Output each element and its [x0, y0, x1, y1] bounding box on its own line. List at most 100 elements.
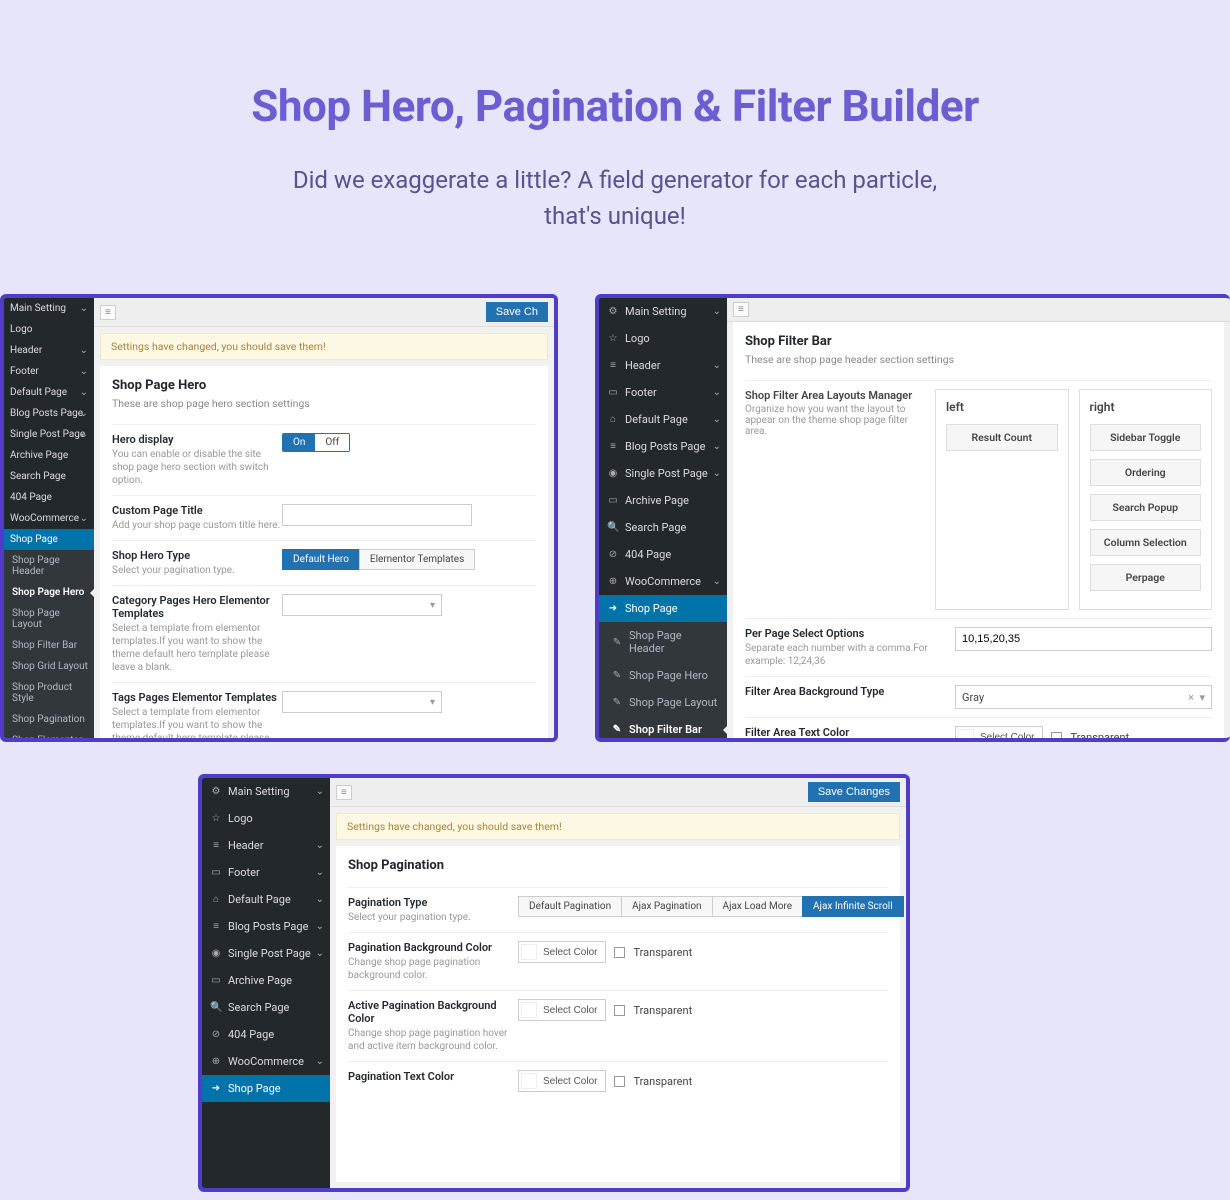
sidebar-item[interactable]: Main Setting⌄	[4, 298, 94, 319]
notice-banner: Settings have changed, you should save t…	[336, 813, 900, 840]
option-button[interactable]: Ajax Infinite Scroll	[802, 896, 904, 917]
color-picker: Select Color Transparent	[518, 941, 692, 963]
color-picker: Select Color Transparent	[518, 999, 692, 1021]
sidebar-item[interactable]: ⚙Main Setting⌄	[599, 298, 727, 325]
transparent-checkbox[interactable]	[614, 947, 625, 958]
option-button[interactable]: Default Pagination	[518, 896, 622, 917]
sidebar-item[interactable]: ▭Footer⌄	[202, 859, 330, 886]
sidebar-item[interactable]: Default Page⌄	[4, 382, 94, 403]
menu-icon: ✎	[611, 724, 623, 735]
sidebar-item[interactable]: ⊘404 Page	[599, 541, 727, 568]
save-button[interactable]: Save Changes	[808, 782, 900, 802]
sidebar-sub-item[interactable]: Shop Page Layout	[4, 603, 94, 635]
sidebar-item[interactable]: ⌂Default Page⌄	[202, 886, 330, 913]
color-swatch[interactable]	[958, 729, 974, 738]
transparent-checkbox[interactable]	[1051, 732, 1062, 739]
field-label: Active Pagination Background Color	[348, 999, 518, 1025]
menu-icon: ▭	[607, 387, 619, 398]
sidebar-item[interactable]: Archive Page	[4, 445, 94, 466]
layout-chip[interactable]: Search Popup	[1090, 494, 1202, 521]
perpage-input[interactable]	[955, 627, 1212, 651]
option-button[interactable]: Ajax Pagination	[621, 896, 712, 917]
select-color-button[interactable]: Select Color	[537, 945, 603, 960]
option-button[interactable]: Elementor Templates	[359, 549, 475, 570]
sidebar-item[interactable]: WooCommerce⌄	[4, 508, 94, 529]
sidebar-sub-item[interactable]: Shop Grid Layout	[4, 656, 94, 677]
sidebar-item[interactable]: 404 Page	[4, 487, 94, 508]
option-button[interactable]: Default Hero	[282, 549, 360, 570]
sidebar-item[interactable]: Blog Posts Page⌄	[4, 403, 94, 424]
sidebar-item[interactable]: ⊘404 Page	[202, 1021, 330, 1048]
sidebar-sub-item[interactable]: ✎Shop Page Header	[599, 622, 727, 662]
shop-hero-panel: Main Setting⌄LogoHeader⌄Footer⌄Default P…	[0, 294, 558, 742]
menu-icon: ➜	[607, 603, 619, 614]
layout-chip[interactable]: Sidebar Toggle	[1090, 424, 1202, 451]
sidebar-item[interactable]: ≡Blog Posts Page⌄	[202, 913, 330, 940]
sidebar-item[interactable]: Single Post Page⌄	[4, 424, 94, 445]
layout-chip[interactable]: Perpage	[1090, 564, 1202, 591]
hamburger-icon[interactable]: ≡	[100, 305, 116, 320]
sidebar-item[interactable]: ☆Logo	[599, 325, 727, 352]
sidebar-item[interactable]: ≡Header⌄	[202, 832, 330, 859]
sidebar-sub-item[interactable]: Shop Page	[4, 529, 94, 550]
transparent-checkbox[interactable]	[614, 1076, 625, 1087]
sidebar-item[interactable]: ➜Shop Page	[202, 1075, 330, 1102]
select-color-button[interactable]: Select Color	[537, 1003, 603, 1018]
color-swatch[interactable]	[521, 1002, 537, 1018]
sidebar-item[interactable]: Footer⌄	[4, 361, 94, 382]
sidebar-item[interactable]: Header⌄	[4, 340, 94, 361]
field-label: Shop Filter Area Layouts Manager	[745, 389, 923, 402]
select-color-button[interactable]: Select Color	[537, 1074, 603, 1089]
sidebar-item[interactable]: 🔍Search Page	[202, 994, 330, 1021]
sidebar-item[interactable]: ◉Single Post Page⌄	[202, 940, 330, 967]
bg-type-select[interactable]: Gray× ▾	[955, 685, 1212, 709]
sidebar-item[interactable]: ◉Single Post Page⌄	[599, 460, 727, 487]
option-button[interactable]: Ajax Load More	[712, 896, 803, 917]
sidebar-item[interactable]: ⊕WooCommerce⌄	[599, 568, 727, 595]
chevron-down-icon: ⌄	[316, 867, 324, 878]
layout-chip[interactable]: Ordering	[1090, 459, 1202, 486]
sidebar-sub-item[interactable]: ✎Shop Page Layout	[599, 689, 727, 716]
layout-chip[interactable]: Result Count	[946, 424, 1058, 451]
sidebar-sub-item[interactable]: ✎Shop Page Hero	[599, 662, 727, 689]
menu-icon: ⊕	[607, 576, 619, 587]
sidebar-sub-item[interactable]: Shop Pagination	[4, 709, 94, 730]
custom-title-input[interactable]	[282, 504, 472, 526]
sidebar-item[interactable]: ⊕WooCommerce⌄	[202, 1048, 330, 1075]
sidebar-sub-item[interactable]: Shop Product Style	[4, 677, 94, 709]
sidebar-item[interactable]: ⚙Main Setting⌄	[202, 778, 330, 805]
toggle-switch[interactable]: OnOff	[282, 433, 350, 452]
transparent-checkbox[interactable]	[614, 1005, 625, 1016]
sidebar-item[interactable]: ≡Header⌄	[599, 352, 727, 379]
template-select[interactable]: ▾	[282, 691, 442, 713]
sidebar-item[interactable]: ▭Footer⌄	[599, 379, 727, 406]
sidebar-sub-item[interactable]: ➜Shop Page	[599, 595, 727, 622]
sidebar-item[interactable]: Logo	[4, 319, 94, 340]
color-swatch[interactable]	[521, 1073, 537, 1089]
menu-icon: ▭	[210, 975, 222, 986]
sidebar-item[interactable]: ▭Archive Page	[599, 487, 727, 514]
hamburger-icon[interactable]: ≡	[336, 785, 352, 800]
sidebar-sub-item[interactable]: Shop Page Hero	[4, 582, 94, 603]
sidebar-sub-item[interactable]: Shop Page Header	[4, 550, 94, 582]
select-color-button[interactable]: Select Color	[974, 730, 1040, 739]
sidebar-item[interactable]: ▭Archive Page	[202, 967, 330, 994]
sidebar-item[interactable]: ⌂Default Page⌄	[599, 406, 727, 433]
section-heading: Shop Pagination	[348, 858, 888, 873]
save-button[interactable]: Save Ch	[486, 302, 548, 322]
sidebar-item[interactable]: Search Page	[4, 466, 94, 487]
sidebar-item[interactable]: ☆Logo	[202, 805, 330, 832]
sidebar-item[interactable]: 🔍Search Page	[599, 514, 727, 541]
color-swatch[interactable]	[521, 944, 537, 960]
sidebar-sub-item[interactable]: Shop Elementor Template	[4, 730, 94, 738]
chevron-down-icon: ⌄	[316, 840, 324, 851]
chevron-down-icon: ⌄	[713, 306, 721, 317]
panel-content: ≡ Shop Filter Bar These are shop page he…	[727, 298, 1230, 738]
hamburger-icon[interactable]: ≡	[733, 302, 749, 317]
layout-chip[interactable]: Column Selection	[1090, 529, 1202, 556]
sidebar-sub-item[interactable]: Shop Filter Bar	[4, 635, 94, 656]
template-select[interactable]: ▾	[282, 594, 442, 616]
section-heading: Shop Page Hero	[112, 378, 536, 393]
sidebar-item[interactable]: ≡Blog Posts Page⌄	[599, 433, 727, 460]
sidebar-sub-item[interactable]: ✎Shop Filter Bar	[599, 716, 727, 738]
